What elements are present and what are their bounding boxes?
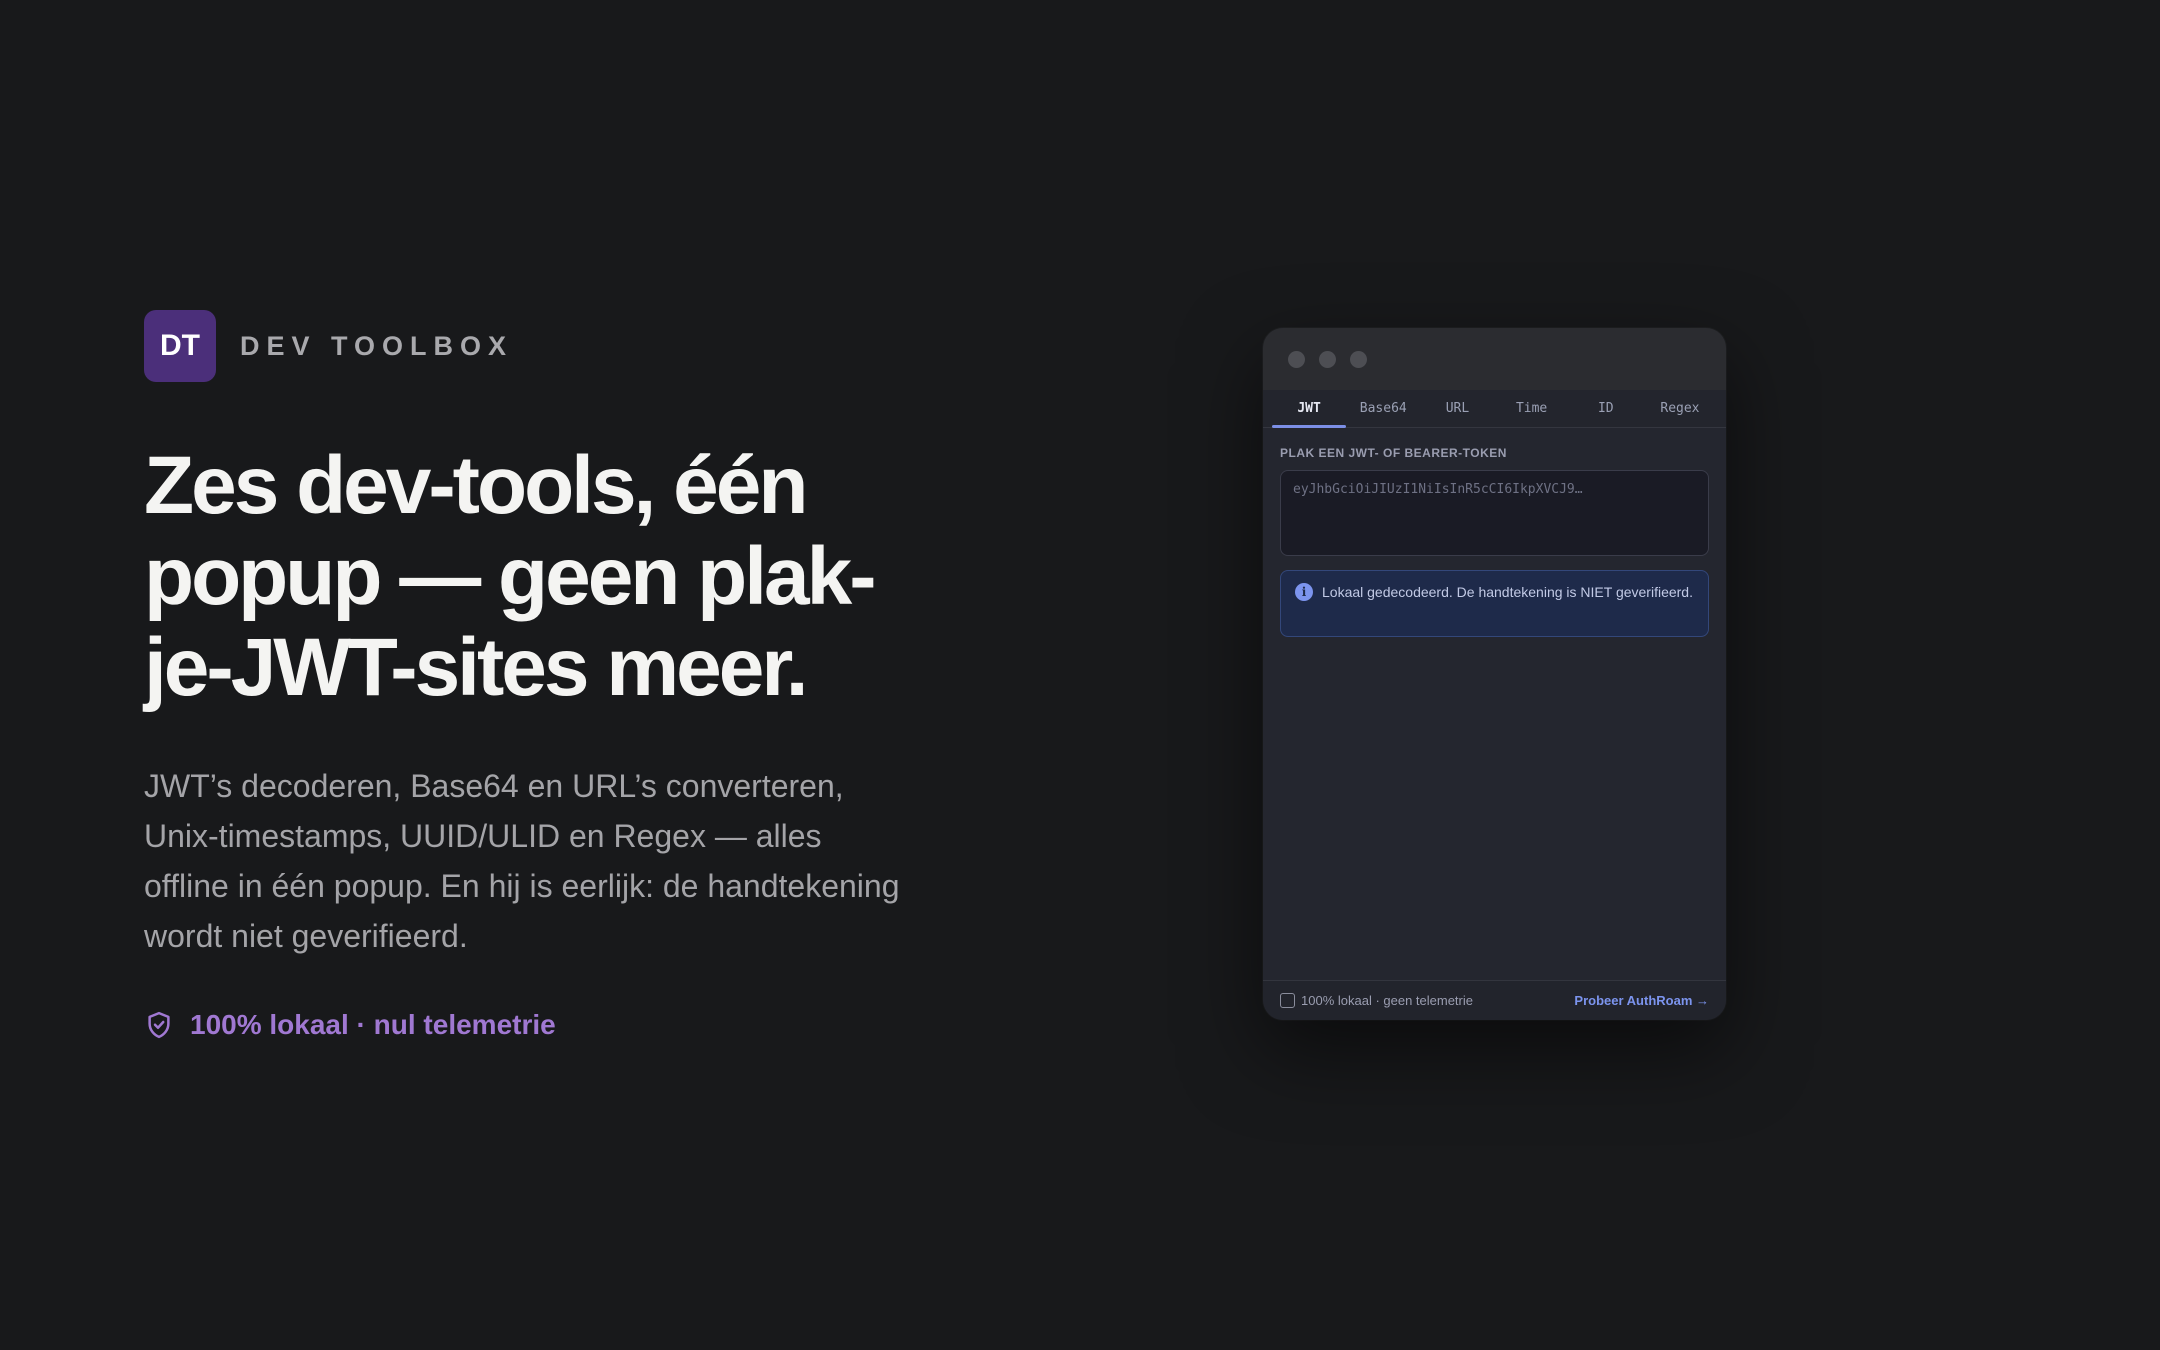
- popup-footer: 100% lokaal · geen telemetrie Probeer Au…: [1263, 980, 1726, 1020]
- window-maximize-dot[interactable]: [1350, 350, 1367, 368]
- tab-id[interactable]: ID: [1569, 390, 1643, 427]
- info-icon: i: [1295, 583, 1313, 601]
- tab-regex[interactable]: Regex: [1643, 390, 1717, 427]
- trust-text: 100% lokaal · nul telemetrie: [190, 1009, 556, 1040]
- brand-logo: DT: [144, 310, 216, 382]
- token-field-label: PLAK EEN JWT- OF BEARER-TOKEN: [1280, 446, 1507, 460]
- window-titlebar: [1263, 328, 1726, 390]
- token-input[interactable]: [1280, 470, 1709, 556]
- signature-notice: i Lokaal gedecodeerd. De handtekening is…: [1280, 570, 1709, 637]
- notice-text: Lokaal gedecodeerd. De handtekening is N…: [1322, 584, 1693, 600]
- tab-time[interactable]: Time: [1495, 390, 1569, 427]
- tab-jwt[interactable]: JWT: [1272, 390, 1347, 428]
- trust-badge: 100% lokaal · nul telemetrie: [144, 1009, 904, 1041]
- extension-popup: JWT Base64 URL Time ID Regex PLAK EEN JW…: [1263, 328, 1726, 1020]
- hero-subtext: JWT’s decoderen, Base64 en URL’s convert…: [144, 768, 900, 954]
- tab-base64[interactable]: Base64: [1346, 390, 1420, 427]
- footer-text: 100% lokaal · geen telemetrie: [1301, 993, 1473, 1008]
- brand: DT DEV TOOLBOX: [144, 310, 904, 382]
- shield-check-icon: [144, 1010, 174, 1040]
- jwt-panel: PLAK EEN JWT- OF BEARER-TOKEN i Lokaal g…: [1263, 428, 1726, 637]
- window-minimize-dot[interactable]: [1319, 350, 1336, 368]
- hero-headline: Zes dev-tools, één popup — geen plak-je-…: [144, 440, 877, 713]
- hero-section: DT DEV TOOLBOX Zes dev-tools, één popup …: [144, 310, 904, 1041]
- window-close-dot[interactable]: [1288, 350, 1305, 368]
- tool-tabs: JWT Base64 URL Time ID Regex: [1263, 390, 1726, 428]
- local-checkbox[interactable]: [1280, 993, 1295, 1008]
- brand-name: DEV TOOLBOX: [240, 330, 514, 361]
- tab-url[interactable]: URL: [1420, 390, 1494, 427]
- try-authroam-link[interactable]: Probeer AuthRoam →: [1574, 993, 1709, 1008]
